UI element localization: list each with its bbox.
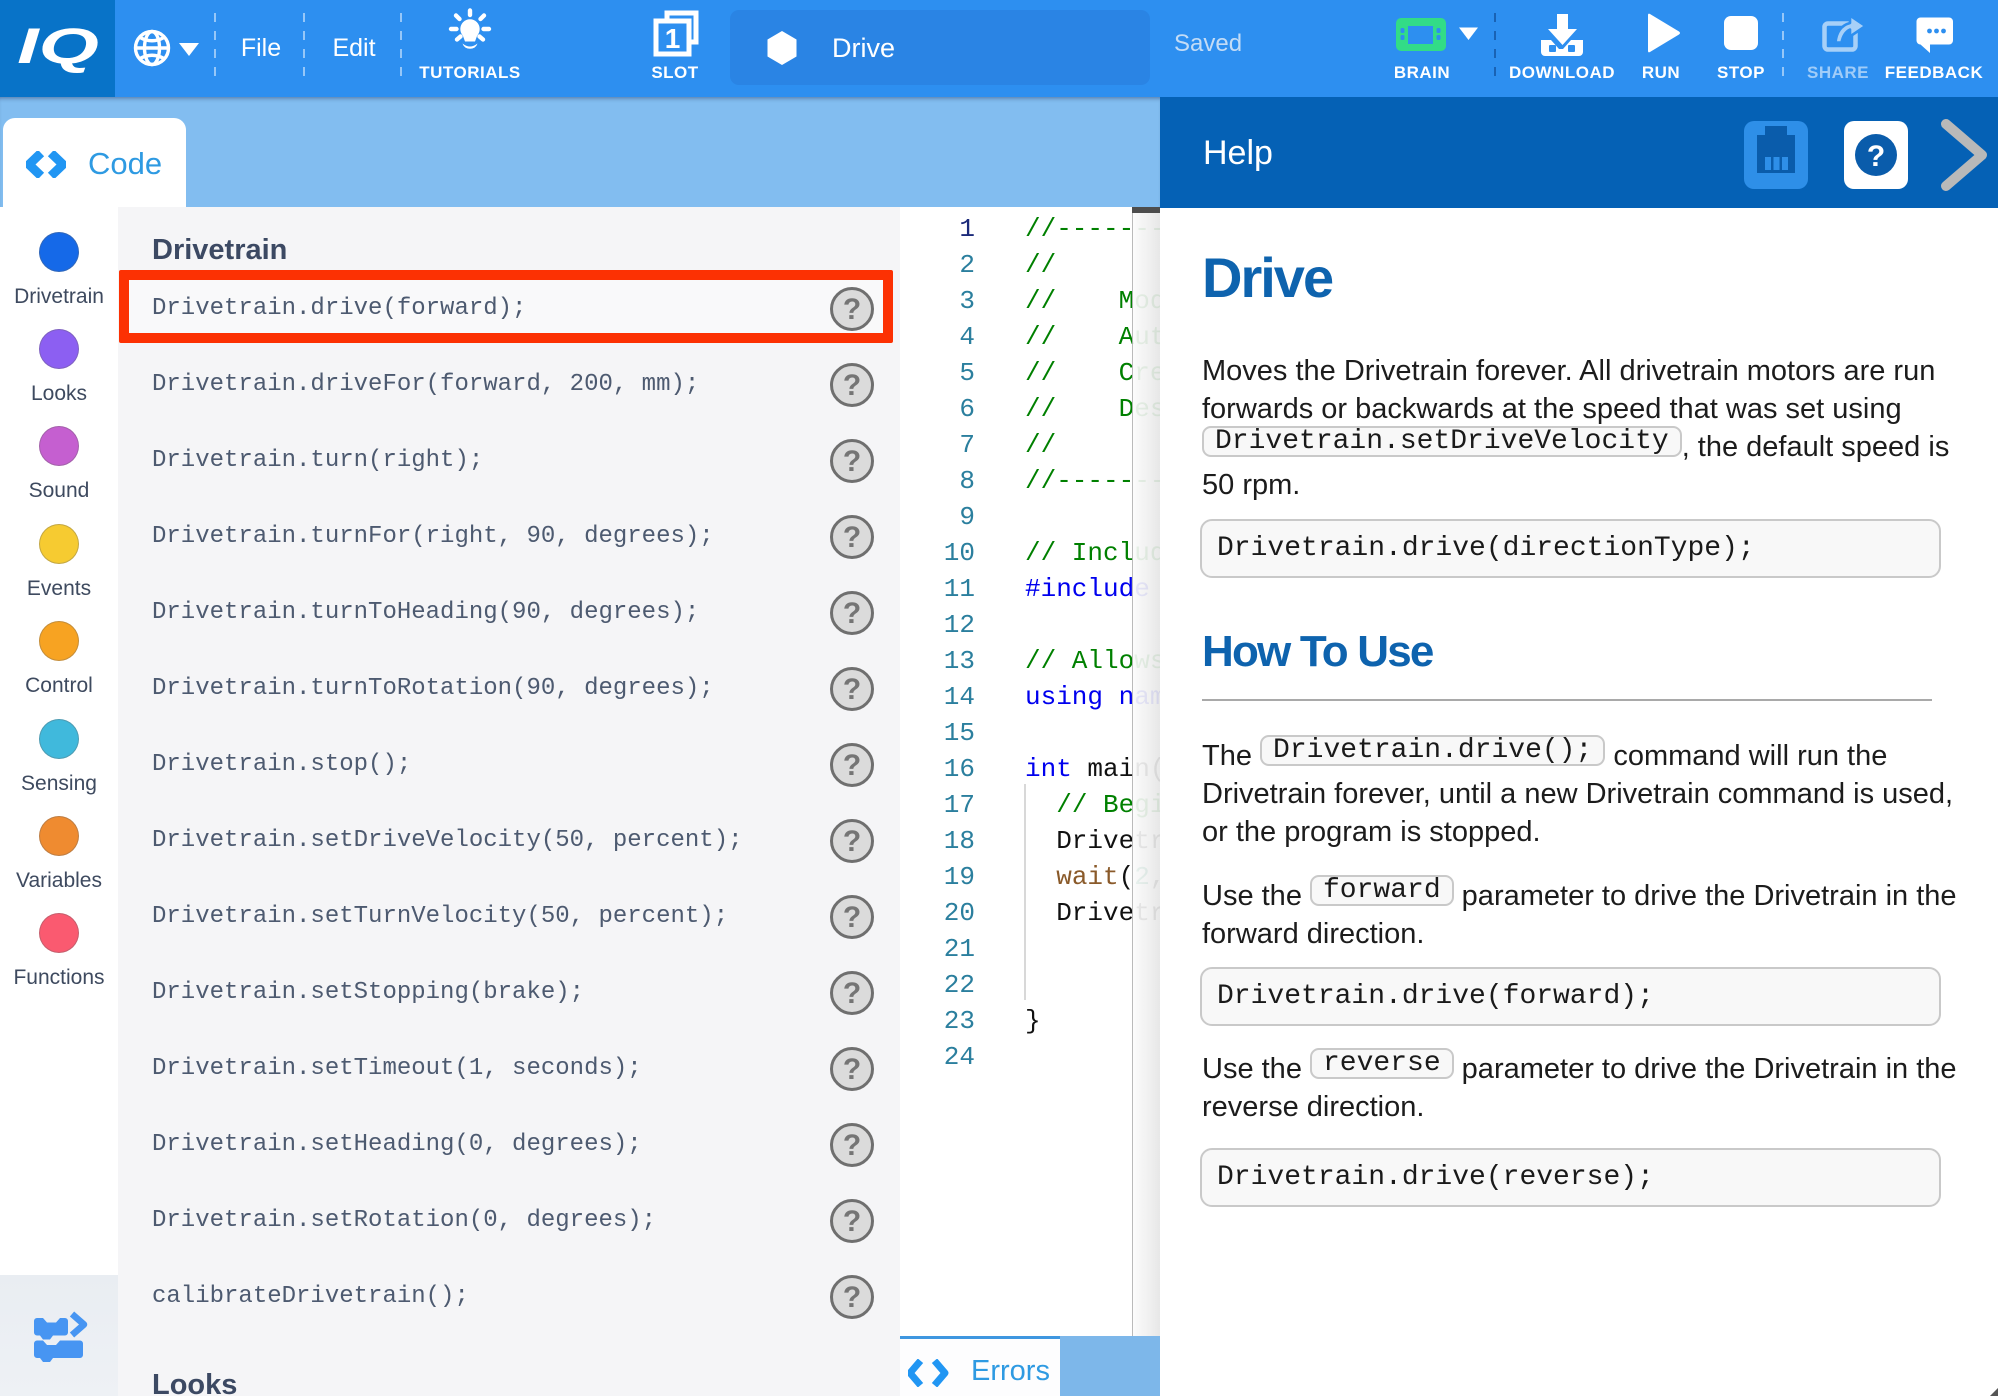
svg-text:?: ? — [1867, 140, 1885, 173]
svg-text:1: 1 — [665, 23, 681, 54]
